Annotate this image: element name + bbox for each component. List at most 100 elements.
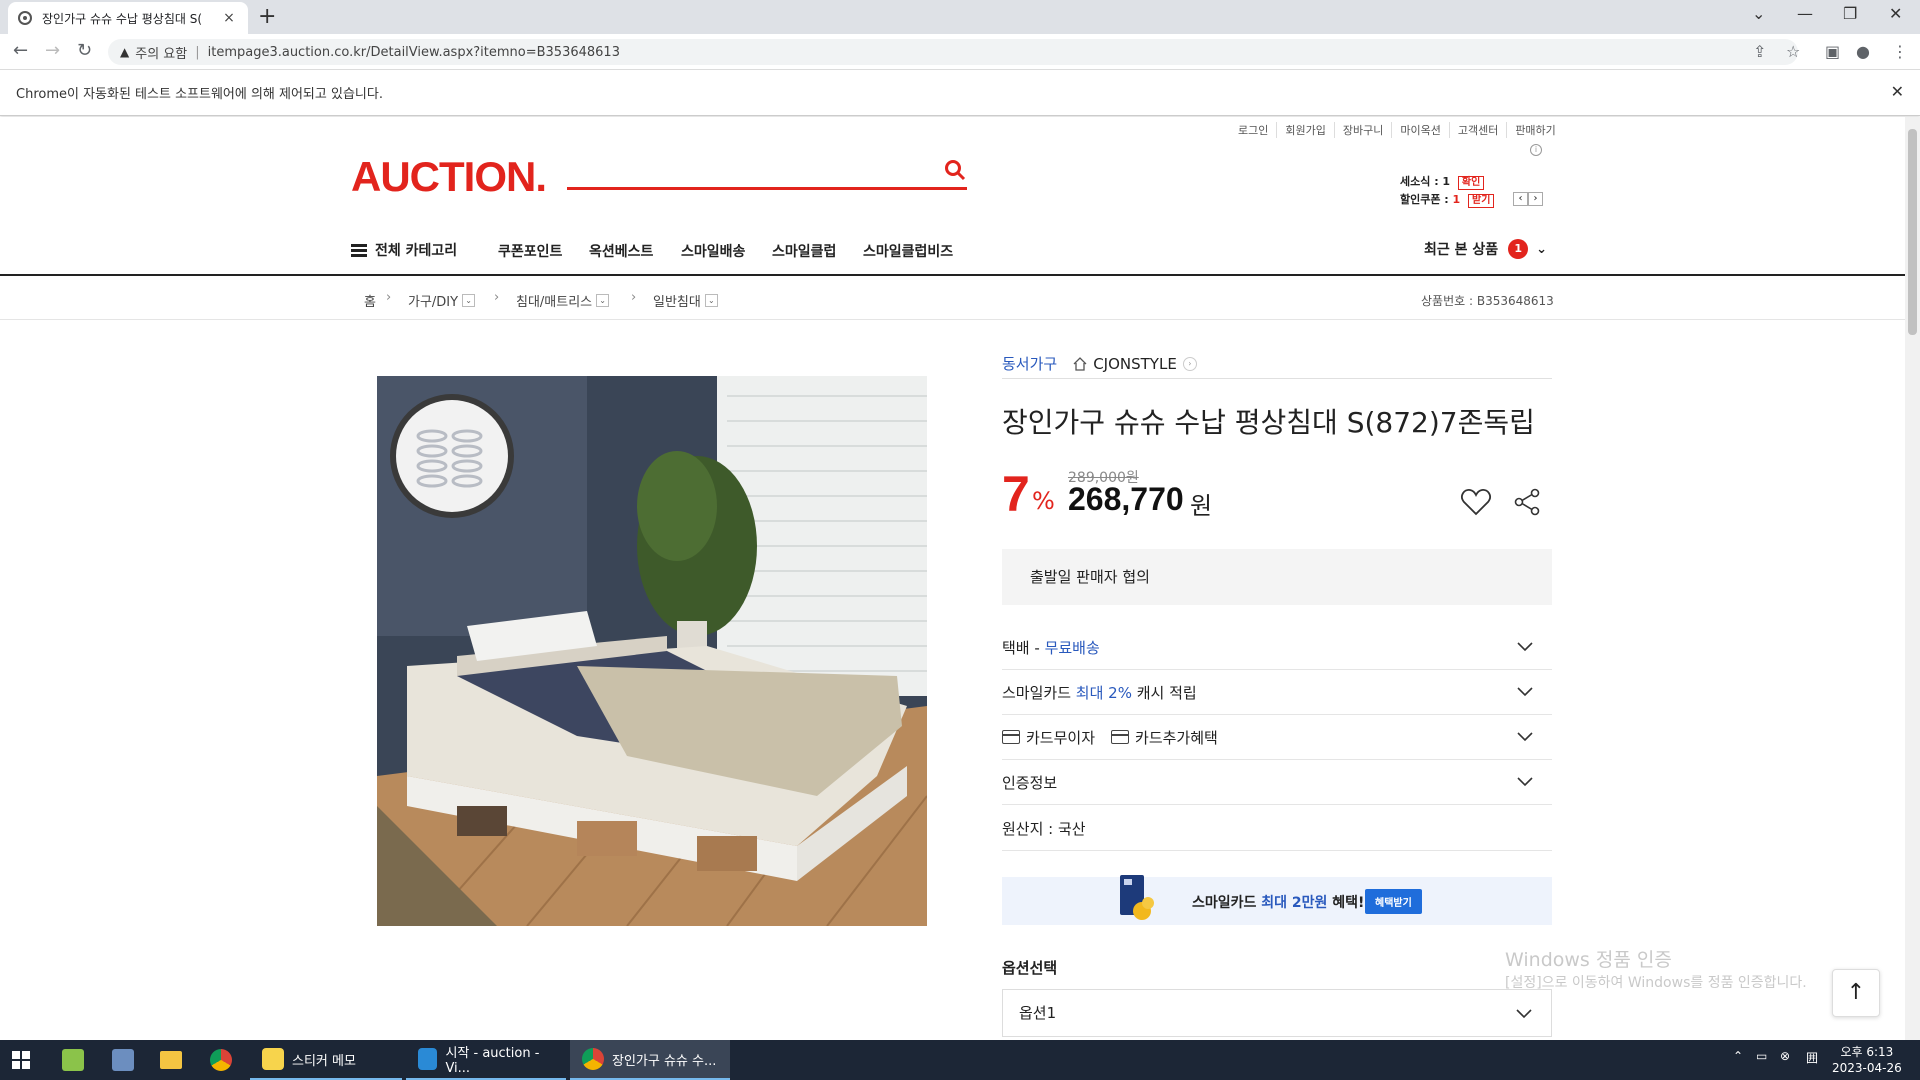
tray-expand-icon[interactable]: ⌃	[1733, 1049, 1743, 1063]
scroll-top-button[interactable]: ↑	[1832, 969, 1880, 1017]
profile-icon[interactable]: ●	[1856, 42, 1870, 61]
browser-tab-active[interactable]: 장인가구 슈슈 수납 평상침대 S( ×	[8, 2, 248, 34]
breadcrumb-home-label: 홈	[364, 295, 376, 310]
util-link-customer-center[interactable]: 고객센터	[1450, 122, 1508, 138]
taskbar-vscode[interactable]: 시작 - auction - Vi...	[406, 1040, 566, 1080]
smilecard-icon	[1120, 875, 1154, 920]
coupon-next-icon[interactable]: ›	[1528, 192, 1543, 206]
volume-muted-icon[interactable]: ⊗	[1780, 1049, 1790, 1063]
reload-icon[interactable]: ↻	[77, 40, 92, 61]
util-link-signup[interactable]: 회원가입	[1277, 122, 1335, 138]
snipping-app-icon[interactable]	[112, 1040, 134, 1080]
back-icon[interactable]: ←	[13, 40, 28, 61]
page-content: 로그인 회원가입 장바구니 마이옥션 고객센터 판매하기 i AUCTION. …	[0, 117, 1905, 1040]
breadcrumb-bed-mattress[interactable]: 침대/매트리스 ⌄	[516, 291, 610, 310]
warning-icon[interactable]: ▲	[120, 45, 129, 59]
info-icon[interactable]: i	[1530, 144, 1542, 156]
card-benefit-label: 카드추가혜택	[1135, 728, 1218, 747]
product-image[interactable]	[377, 376, 927, 926]
page-scrollbar[interactable]	[1905, 117, 1920, 1040]
brand-link[interactable]: 동서가구	[1002, 353, 1057, 374]
shipping-note: 출발일 판매자 협의	[1002, 549, 1552, 605]
tab-close-button[interactable]: ×	[220, 10, 238, 26]
chevron-down-icon	[1517, 732, 1533, 742]
dropdown-icon[interactable]: ⌄	[704, 294, 718, 307]
side-panel-icon[interactable]: ▣	[1825, 42, 1840, 61]
all-category-button[interactable]: 전체 카테고리	[351, 240, 457, 260]
scrollbar-thumb[interactable]	[1908, 129, 1917, 335]
menu-coupon-point[interactable]: 쿠폰포인트	[498, 241, 562, 261]
tab-search-icon[interactable]: ⌄	[1752, 4, 1765, 23]
auction-logo[interactable]: AUCTION.	[351, 153, 547, 201]
chrome-pinned-icon[interactable]	[210, 1040, 232, 1080]
discount-coupon-get-button[interactable]: 받기	[1468, 194, 1495, 208]
recent-products-button[interactable]: 최근 본 상품 1 ⌄	[1424, 239, 1547, 259]
recent-products-count: 1	[1508, 239, 1529, 259]
product-number: 상품번호 : B353648613	[1421, 294, 1554, 308]
discount-coupon-count: 1	[1452, 193, 1461, 206]
menu-smile-club-biz[interactable]: 스마일클럽비즈	[863, 241, 953, 261]
heart-icon[interactable]	[1460, 487, 1492, 517]
menu-kebab-icon[interactable]: ⋮	[1892, 42, 1908, 61]
smile-news-check-button[interactable]: 확인	[1457, 176, 1485, 190]
automation-infobar: Chrome이 자동화된 테스트 소프트웨어에 의해 제어되고 있습니다. ✕	[0, 70, 1920, 116]
seller-row: 동서가구 CJONSTYLE ›	[1002, 349, 1552, 379]
bookmark-star-icon[interactable]: ☆	[1786, 42, 1800, 61]
minimize-icon[interactable]: —	[1797, 4, 1813, 23]
ime-icon[interactable]: 囲	[1806, 1049, 1818, 1066]
util-link-sell[interactable]: 판매하기	[1507, 122, 1563, 138]
breadcrumb-furniture[interactable]: 가구/DIY ⌄	[408, 291, 476, 310]
breadcrumb-general-bed-label: 일반침대	[653, 295, 701, 310]
maps-app-icon[interactable]	[62, 1040, 84, 1080]
menu-smile-delivery[interactable]: 스마일배송	[681, 241, 745, 261]
share-icon[interactable]	[1512, 487, 1542, 517]
card-benefit-row[interactable]: 카드무이자 카드추가혜택	[1002, 715, 1552, 760]
all-category-label: 전체 카테고리	[375, 243, 458, 259]
hamburger-icon	[351, 243, 367, 257]
util-link-login[interactable]: 로그인	[1230, 122, 1278, 138]
option-select[interactable]: 옵션1	[1002, 989, 1552, 1037]
new-tab-button[interactable]: +	[258, 4, 276, 29]
product-title: 장인가구 슈슈 수납 평상침대 S(872)7존독립	[1002, 406, 1535, 439]
menu-auction-best[interactable]: 옥션베스트	[589, 241, 653, 261]
menu-smile-club[interactable]: 스마일클럽	[772, 241, 836, 261]
breadcrumb-general-bed[interactable]: 일반침대 ⌄	[653, 291, 718, 310]
windows-logo-icon	[12, 1051, 30, 1069]
taskbar-chrome[interactable]: 장인가구 슈슈 수...	[570, 1040, 730, 1080]
chevron-down-icon	[1517, 777, 1533, 787]
coupon-prev-icon[interactable]: ‹	[1513, 192, 1528, 206]
sticky-notes-icon	[262, 1048, 284, 1070]
clock-date: 2023-04-26	[1832, 1061, 1902, 1075]
smilecard-row[interactable]: 스마일카드 최대 2% 캐시 적립	[1002, 670, 1552, 715]
smilecard-banner[interactable]: 스마일카드 최대 2만원 혜택! 혜택받기	[1002, 875, 1552, 925]
store-link[interactable]: CJONSTYLE ›	[1073, 355, 1197, 373]
security-label[interactable]: 주의 요함	[135, 43, 187, 62]
automation-notice: Chrome이 자동화된 테스트 소프트웨어에 의해 제어되고 있습니다.	[16, 87, 383, 102]
start-button[interactable]	[12, 1040, 30, 1080]
chrome-icon	[582, 1048, 604, 1070]
sale-price: 268,770	[1068, 481, 1184, 517]
search-icon[interactable]	[944, 159, 966, 181]
util-link-cart[interactable]: 장바구니	[1335, 122, 1393, 138]
system-clock[interactable]: 오후 6:13 2023-04-26	[1832, 1044, 1902, 1076]
windows-activation-watermark: Windows 정품 인증	[1505, 949, 1672, 971]
close-window-icon[interactable]: ✕	[1889, 4, 1902, 23]
address-bar[interactable]: ▲ 주의 요함 | itempage3.auction.co.kr/Detail…	[108, 39, 1798, 65]
infobar-close-icon[interactable]: ✕	[1891, 82, 1904, 101]
certification-label: 인증정보	[1002, 773, 1058, 792]
share-page-icon[interactable]: ⇪	[1753, 42, 1766, 61]
dropdown-icon[interactable]: ⌄	[462, 294, 476, 307]
taskbar-sticky-notes[interactable]: 스티커 메모	[250, 1040, 402, 1080]
url-text[interactable]: itempage3.auction.co.kr/DetailView.aspx?…	[208, 45, 620, 60]
certification-row[interactable]: 인증정보	[1002, 760, 1552, 805]
util-link-myauction[interactable]: 마이옥션	[1392, 122, 1450, 138]
file-explorer-icon[interactable]	[160, 1040, 182, 1080]
delivery-row[interactable]: 택배 - 무료배송	[1002, 625, 1552, 670]
get-benefit-button[interactable]: 혜택받기	[1365, 889, 1422, 914]
restore-icon[interactable]: ❐	[1843, 4, 1857, 23]
forward-icon[interactable]: →	[45, 40, 60, 61]
breadcrumb-home[interactable]: 홈	[364, 291, 376, 310]
dropdown-icon[interactable]: ⌄	[596, 294, 610, 307]
search-input[interactable]	[567, 187, 967, 190]
network-icon[interactable]: ▭	[1756, 1049, 1767, 1063]
